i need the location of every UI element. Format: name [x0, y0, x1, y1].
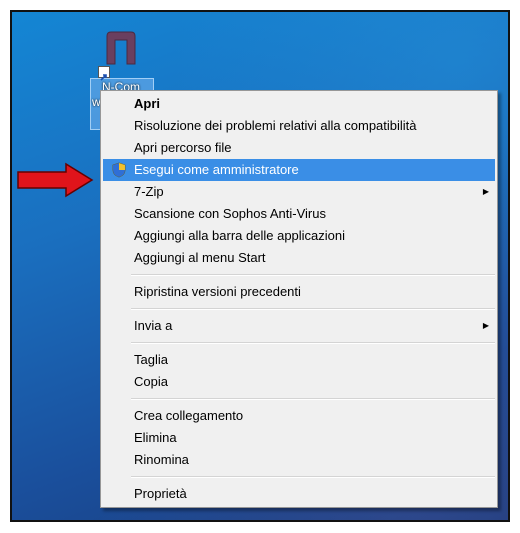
menu-item-label: Aggiungi alla barra delle applicazioni: [134, 228, 346, 243]
menu-item-label: Proprietà: [134, 486, 187, 501]
menu-item-label: Taglia: [134, 352, 168, 367]
menu-separator: [131, 476, 495, 478]
menu-item-label: Esegui come amministratore: [134, 162, 299, 177]
menu-item-7zip[interactable]: 7-Zip ▶: [101, 181, 497, 203]
menu-item-label: Rinomina: [134, 452, 189, 467]
menu-item-copy[interactable]: Copia: [101, 371, 497, 393]
uac-shield-icon: [112, 162, 126, 178]
menu-separator: [131, 308, 495, 310]
menu-item-send-to[interactable]: Invia a ▶: [101, 315, 497, 337]
menu-item-label: Risoluzione dei problemi relativi alla c…: [134, 118, 417, 133]
menu-item-pin-taskbar[interactable]: Aggiungi alla barra delle applicazioni: [101, 225, 497, 247]
menu-item-label: Apri: [134, 96, 160, 111]
desktop: N-Com wiz Apri Risoluzione dei problemi …: [10, 10, 510, 522]
menu-item-label: Invia a: [134, 318, 173, 333]
red-arrow-icon: [17, 162, 94, 198]
menu-separator: [131, 398, 495, 400]
context-menu: Apri Risoluzione dei problemi relativi a…: [100, 90, 498, 508]
menu-item-apri[interactable]: Apri: [101, 93, 497, 115]
menu-item-rename[interactable]: Rinomina: [101, 449, 497, 471]
menu-item-restore-previous-versions[interactable]: Ripristina versioni precedenti: [101, 281, 497, 303]
submenu-arrow-icon: ▶: [482, 321, 489, 330]
menu-item-open-file-location[interactable]: Apri percorso file: [101, 137, 497, 159]
menu-item-properties[interactable]: Proprietà: [101, 483, 497, 505]
menu-item-cut[interactable]: Taglia: [101, 349, 497, 371]
menu-item-compatibility-troubleshoot[interactable]: Risoluzione dei problemi relativi alla c…: [101, 115, 497, 137]
menu-item-label: 7-Zip: [134, 184, 164, 199]
menu-separator: [131, 274, 495, 276]
menu-item-run-as-admin[interactable]: Esegui come amministratore: [103, 159, 495, 181]
menu-item-label: Apri percorso file: [134, 140, 232, 155]
menu-item-label: Ripristina versioni precedenti: [134, 284, 301, 299]
shortcut-arrow-icon: [98, 66, 110, 81]
menu-item-pin-start[interactable]: Aggiungi al menu Start: [101, 247, 497, 269]
menu-item-create-shortcut[interactable]: Crea collegamento: [101, 405, 497, 427]
menu-separator: [131, 342, 495, 344]
menu-item-label: Crea collegamento: [134, 408, 244, 423]
menu-item-label: Copia: [134, 374, 168, 389]
menu-item-sophos-scan[interactable]: Scansione con Sophos Anti-Virus: [101, 203, 497, 225]
menu-item-label: Elimina: [134, 430, 177, 445]
menu-item-label: Aggiungi al menu Start: [134, 250, 266, 265]
menu-item-delete[interactable]: Elimina: [101, 427, 497, 449]
submenu-arrow-icon: ▶: [482, 187, 489, 196]
menu-item-label: Scansione con Sophos Anti-Virus: [134, 206, 326, 221]
ncom-app-icon: [106, 31, 136, 65]
